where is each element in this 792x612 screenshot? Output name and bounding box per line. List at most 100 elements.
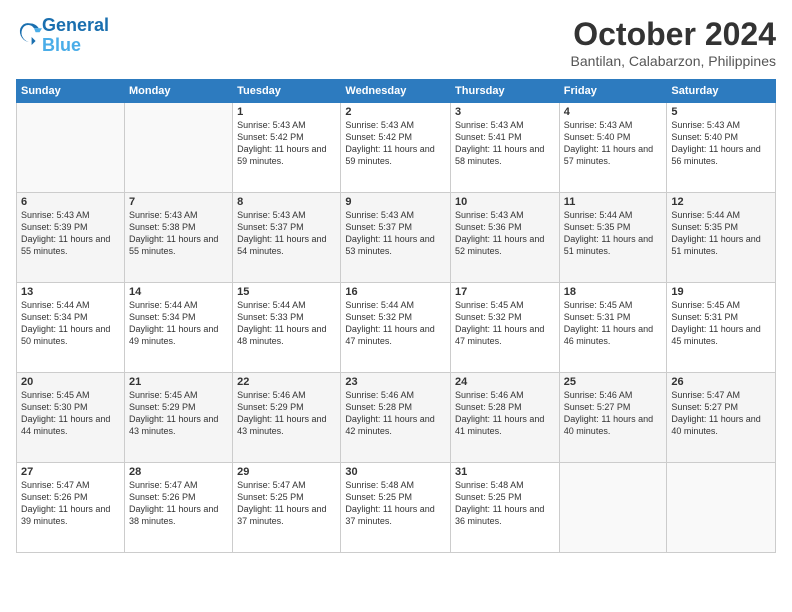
day-number: 29 [237, 466, 336, 478]
day-number: 6 [21, 196, 120, 208]
day-number: 31 [455, 466, 555, 478]
day-number: 26 [671, 376, 771, 388]
day-info: Sunrise: 5:44 AMSunset: 5:34 PMDaylight:… [21, 299, 120, 348]
weekday-header-row: SundayMondayTuesdayWednesdayThursdayFrid… [17, 80, 776, 103]
day-number: 16 [345, 286, 446, 298]
day-cell: 5Sunrise: 5:43 AMSunset: 5:40 PMDaylight… [667, 103, 776, 193]
day-info: Sunrise: 5:43 AMSunset: 5:42 PMDaylight:… [237, 119, 336, 168]
day-number: 4 [564, 106, 663, 118]
day-number: 11 [564, 196, 663, 208]
day-info: Sunrise: 5:48 AMSunset: 5:25 PMDaylight:… [455, 479, 555, 528]
day-number: 23 [345, 376, 446, 388]
day-info: Sunrise: 5:47 AMSunset: 5:26 PMDaylight:… [129, 479, 228, 528]
day-info: Sunrise: 5:43 AMSunset: 5:39 PMDaylight:… [21, 209, 120, 258]
day-cell: 24Sunrise: 5:46 AMSunset: 5:28 PMDayligh… [451, 373, 560, 463]
day-info: Sunrise: 5:45 AMSunset: 5:29 PMDaylight:… [129, 389, 228, 438]
day-number: 8 [237, 196, 336, 208]
day-number: 3 [455, 106, 555, 118]
logo: General Blue [16, 16, 109, 56]
day-number: 22 [237, 376, 336, 388]
day-info: Sunrise: 5:44 AMSunset: 5:35 PMDaylight:… [564, 209, 663, 258]
day-number: 9 [345, 196, 446, 208]
day-info: Sunrise: 5:47 AMSunset: 5:27 PMDaylight:… [671, 389, 771, 438]
day-cell: 10Sunrise: 5:43 AMSunset: 5:36 PMDayligh… [451, 193, 560, 283]
day-cell: 9Sunrise: 5:43 AMSunset: 5:37 PMDaylight… [341, 193, 451, 283]
day-cell: 12Sunrise: 5:44 AMSunset: 5:35 PMDayligh… [667, 193, 776, 283]
week-row-3: 13Sunrise: 5:44 AMSunset: 5:34 PMDayligh… [17, 283, 776, 373]
week-row-2: 6Sunrise: 5:43 AMSunset: 5:39 PMDaylight… [17, 193, 776, 283]
day-number: 1 [237, 106, 336, 118]
day-cell: 13Sunrise: 5:44 AMSunset: 5:34 PMDayligh… [17, 283, 125, 373]
day-number: 5 [671, 106, 771, 118]
day-info: Sunrise: 5:45 AMSunset: 5:31 PMDaylight:… [564, 299, 663, 348]
day-number: 20 [21, 376, 120, 388]
day-cell: 23Sunrise: 5:46 AMSunset: 5:28 PMDayligh… [341, 373, 451, 463]
day-info: Sunrise: 5:46 AMSunset: 5:28 PMDaylight:… [455, 389, 555, 438]
day-info: Sunrise: 5:46 AMSunset: 5:28 PMDaylight:… [345, 389, 446, 438]
logo-line1: General [42, 15, 109, 35]
day-cell: 26Sunrise: 5:47 AMSunset: 5:27 PMDayligh… [667, 373, 776, 463]
weekday-header-sunday: Sunday [17, 80, 125, 103]
header: General Blue October 2024 Bantilan, Cala… [16, 16, 776, 69]
day-cell: 18Sunrise: 5:45 AMSunset: 5:31 PMDayligh… [559, 283, 667, 373]
logo-text: General Blue [42, 16, 109, 56]
day-cell: 25Sunrise: 5:46 AMSunset: 5:27 PMDayligh… [559, 373, 667, 463]
day-number: 30 [345, 466, 446, 478]
day-info: Sunrise: 5:43 AMSunset: 5:40 PMDaylight:… [564, 119, 663, 168]
day-cell: 16Sunrise: 5:44 AMSunset: 5:32 PMDayligh… [341, 283, 451, 373]
day-cell: 3Sunrise: 5:43 AMSunset: 5:41 PMDaylight… [451, 103, 560, 193]
weekday-header-tuesday: Tuesday [233, 80, 341, 103]
day-cell: 31Sunrise: 5:48 AMSunset: 5:25 PMDayligh… [451, 463, 560, 553]
day-cell: 20Sunrise: 5:45 AMSunset: 5:30 PMDayligh… [17, 373, 125, 463]
day-info: Sunrise: 5:43 AMSunset: 5:42 PMDaylight:… [345, 119, 446, 168]
day-info: Sunrise: 5:43 AMSunset: 5:38 PMDaylight:… [129, 209, 228, 258]
day-info: Sunrise: 5:46 AMSunset: 5:29 PMDaylight:… [237, 389, 336, 438]
weekday-header-friday: Friday [559, 80, 667, 103]
day-info: Sunrise: 5:43 AMSunset: 5:36 PMDaylight:… [455, 209, 555, 258]
day-cell: 19Sunrise: 5:45 AMSunset: 5:31 PMDayligh… [667, 283, 776, 373]
day-cell: 30Sunrise: 5:48 AMSunset: 5:25 PMDayligh… [341, 463, 451, 553]
day-cell: 11Sunrise: 5:44 AMSunset: 5:35 PMDayligh… [559, 193, 667, 283]
day-cell: 4Sunrise: 5:43 AMSunset: 5:40 PMDaylight… [559, 103, 667, 193]
week-row-5: 27 Sunrise: 5:47 AMSunset: 5:26 PMDayligh… [17, 463, 776, 553]
day-cell: 8Sunrise: 5:43 AMSunset: 5:37 PMDaylight… [233, 193, 341, 283]
day-cell: 27Sunrise: 5:47 AMSunset: 5:26 PMDayligh… [17, 463, 125, 553]
day-cell [559, 463, 667, 553]
day-info: Sunrise: 5:44 AMSunset: 5:33 PMDaylight:… [237, 299, 336, 348]
week-row-1: 1Sunrise: 5:43 AMSunset: 5:42 PMDaylight… [17, 103, 776, 193]
calendar-table: SundayMondayTuesdayWednesdayThursdayFrid… [16, 79, 776, 553]
day-cell: 2Sunrise: 5:43 AMSunset: 5:42 PMDaylight… [341, 103, 451, 193]
day-number: 10 [455, 196, 555, 208]
day-cell [667, 463, 776, 553]
day-cell: 17Sunrise: 5:45 AMSunset: 5:32 PMDayligh… [451, 283, 560, 373]
day-number: 13 [21, 286, 120, 298]
week-row-4: 20Sunrise: 5:45 AMSunset: 5:30 PMDayligh… [17, 373, 776, 463]
month-title: October 2024 [571, 16, 776, 53]
day-info: Sunrise: 5:44 AMSunset: 5:34 PMDaylight:… [129, 299, 228, 348]
day-number: 18 [564, 286, 663, 298]
day-number: 25 [564, 376, 663, 388]
day-cell: 21Sunrise: 5:45 AMSunset: 5:29 PMDayligh… [124, 373, 232, 463]
logo-line2: Blue [42, 35, 81, 55]
day-info: Sunrise: 5:43 AMSunset: 5:41 PMDaylight:… [455, 119, 555, 168]
day-info: Sunrise: 5:43 AMSunset: 5:37 PMDaylight:… [345, 209, 446, 258]
day-info: Sunrise: 5:45 AMSunset: 5:31 PMDaylight:… [671, 299, 771, 348]
day-info: Sunrise: 5:44 AMSunset: 5:35 PMDaylight:… [671, 209, 771, 258]
day-cell: 29Sunrise: 5:47 AMSunset: 5:25 PMDayligh… [233, 463, 341, 553]
page: General Blue October 2024 Bantilan, Cala… [0, 0, 792, 612]
day-info: Sunrise: 5:44 AMSunset: 5:32 PMDaylight:… [345, 299, 446, 348]
day-info: Sunrise: 5:43 AMSunset: 5:40 PMDaylight:… [671, 119, 771, 168]
day-cell [124, 103, 232, 193]
day-number: 27 [21, 466, 120, 478]
day-number: 2 [345, 106, 446, 118]
day-info: Sunrise: 5:46 AMSunset: 5:27 PMDaylight:… [564, 389, 663, 438]
day-number: 24 [455, 376, 555, 388]
weekday-header-thursday: Thursday [451, 80, 560, 103]
logo-icon [18, 21, 42, 45]
day-info: Sunrise: 5:45 AMSunset: 5:30 PMDaylight:… [21, 389, 120, 438]
day-number: 17 [455, 286, 555, 298]
day-info: Sunrise: 5:43 AMSunset: 5:37 PMDaylight:… [237, 209, 336, 258]
day-info: Sunrise: 5:48 AMSunset: 5:25 PMDaylight:… [345, 479, 446, 528]
day-number: 15 [237, 286, 336, 298]
day-number: 19 [671, 286, 771, 298]
